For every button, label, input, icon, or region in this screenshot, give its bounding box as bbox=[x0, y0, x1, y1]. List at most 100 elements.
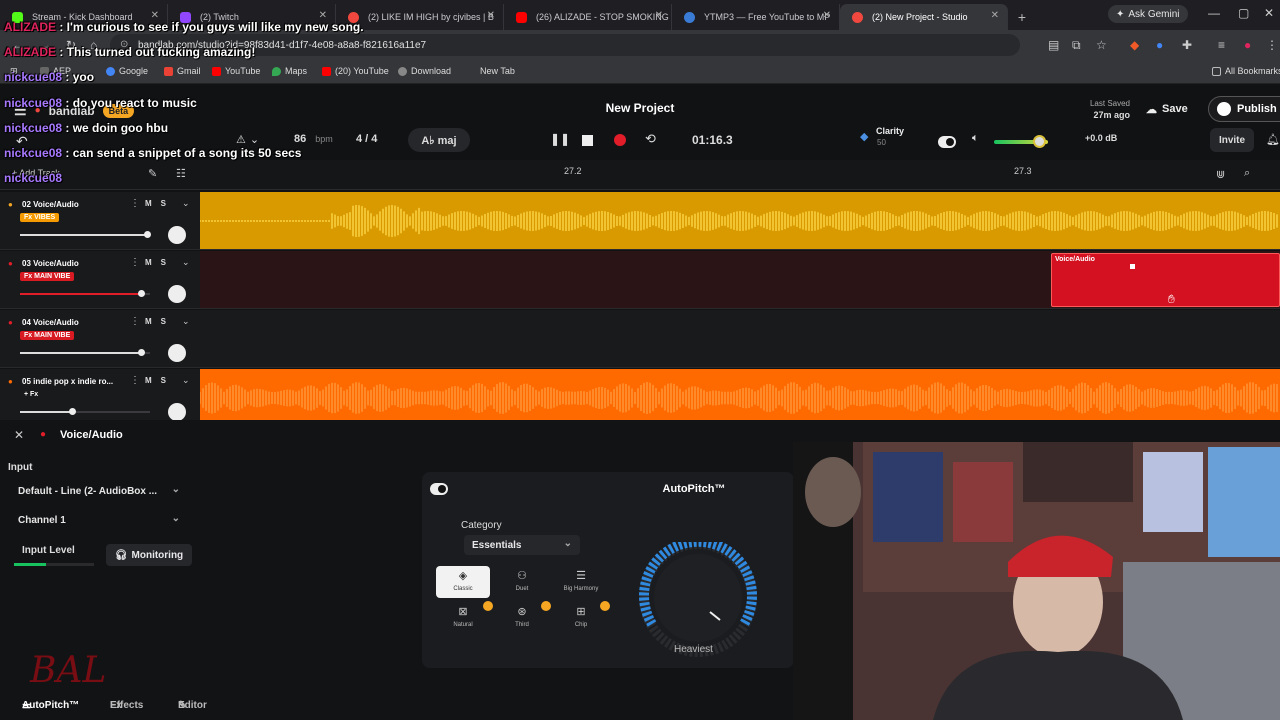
track-menu-icon[interactable]: ⋮ bbox=[130, 316, 140, 327]
track-volume-slider[interactable] bbox=[20, 408, 150, 415]
extensions-puzzle-icon[interactable]: ✚ bbox=[1182, 38, 1192, 52]
track-menu-icon[interactable]: ⋮ bbox=[130, 375, 140, 386]
close-window-icon[interactable]: ✕ bbox=[1264, 6, 1274, 20]
preset-duet[interactable]: ⚇ Duet bbox=[495, 566, 549, 598]
bookmark-maps[interactable]: Maps bbox=[272, 66, 307, 76]
category-select[interactable]: Essentials ⌄ bbox=[464, 535, 580, 555]
chevron-down-icon[interactable]: ⌄ bbox=[182, 198, 190, 209]
track-fx-badge[interactable]: + Fx bbox=[20, 390, 42, 399]
mute-solo-buttons[interactable]: MS bbox=[145, 258, 175, 267]
browser-tab[interactable]: YTMP3 — Free YouTube to MP ✕ bbox=[672, 4, 840, 30]
clarity-toggle[interactable] bbox=[938, 136, 956, 148]
close-tab-icon[interactable]: ✕ bbox=[655, 10, 663, 21]
close-tab-icon[interactable]: ✕ bbox=[823, 10, 831, 21]
region-handle[interactable] bbox=[1130, 264, 1135, 269]
speaker-icon[interactable]: 🔈︎ bbox=[972, 132, 979, 145]
close-tab-icon[interactable]: ✕ bbox=[487, 10, 495, 21]
home-icon[interactable]: ⌂ bbox=[90, 38, 97, 52]
project-title[interactable]: New Project bbox=[0, 101, 1280, 115]
metronome-button[interactable]: ⚠ ⌄ bbox=[236, 133, 259, 146]
track-fx-badge[interactable]: Fx MAIN VIBE bbox=[20, 331, 75, 340]
audio-region[interactable]: Voice/Audio ✋︎ bbox=[1051, 253, 1280, 307]
tempo[interactable]: 86 bpm bbox=[294, 133, 333, 145]
track-menu-icon[interactable]: ⋮ bbox=[130, 198, 140, 209]
preset-classic[interactable]: ◈ Classic bbox=[436, 566, 490, 598]
track-volume-slider[interactable] bbox=[20, 231, 152, 238]
maximize-icon[interactable]: ▢ bbox=[1238, 6, 1249, 20]
site-info-icon[interactable]: ⊙ bbox=[120, 39, 128, 50]
track-header[interactable]: ● 02 Voice/Audio Fx VIBES ⋮ MS ⌄ bbox=[0, 192, 200, 250]
close-tab-icon[interactable]: ✕ bbox=[151, 10, 159, 21]
loop-icon[interactable]: ⟲ bbox=[645, 131, 656, 147]
browser-tab[interactable]: (2) Twitch ✕ bbox=[168, 4, 336, 30]
track-lane[interactable]: Voice/Audio ✋︎ bbox=[200, 251, 1280, 309]
input-device-select[interactable]: Default - Line (2- AudioBox ... ⌄ bbox=[8, 479, 188, 503]
browser-tab[interactable]: (26) ALIZADE - STOP SMOKING ✕ bbox=[504, 4, 672, 30]
track-header[interactable]: ● 05 indie pop x indie ro... + Fx ⋮ MS ⌄ bbox=[0, 369, 200, 427]
track-lane[interactable] bbox=[200, 310, 1280, 368]
slider-thumb[interactable] bbox=[137, 349, 145, 356]
bell-icon[interactable]: 🔔︎ bbox=[1266, 133, 1280, 146]
ask-gemini-button[interactable]: ✦ Ask Gemini bbox=[1108, 5, 1188, 23]
add-track-label[interactable]: + Add Track bbox=[12, 168, 60, 178]
track-fx-badge[interactable]: Fx MAIN VIBE bbox=[20, 272, 75, 281]
monitoring-button[interactable]: 🎧︎ Monitoring bbox=[106, 544, 192, 566]
pan-knob[interactable] bbox=[168, 344, 186, 362]
preset-natural[interactable]: ⊠ Natural bbox=[436, 602, 490, 634]
bookmark-new-tab[interactable]: New Tab bbox=[480, 66, 515, 76]
pause-icon[interactable]: ❚❚ bbox=[550, 132, 570, 146]
track-header[interactable]: ● 03 Voice/Audio Fx MAIN VIBE ⋮ MS ⌄ bbox=[0, 251, 200, 309]
browser-tab-active[interactable]: (2) New Project - Studio ✕ bbox=[840, 4, 1008, 30]
zoom-icon[interactable]: ⌕ bbox=[1244, 167, 1250, 180]
master-volume-knob[interactable] bbox=[1032, 135, 1046, 148]
bookmark-youtube-20[interactable]: (20) YouTube bbox=[322, 66, 389, 76]
track-name[interactable]: 02 Voice/Audio bbox=[22, 200, 79, 209]
bookmark-youtube[interactable]: YouTube bbox=[212, 66, 260, 76]
slider-thumb[interactable] bbox=[69, 408, 76, 415]
magnet-icon[interactable]: ⋓ bbox=[1216, 168, 1225, 181]
close-tab-icon[interactable]: ✕ bbox=[991, 10, 999, 21]
all-bookmarks[interactable]: All Bookmarks bbox=[1212, 66, 1280, 76]
track-lane[interactable] bbox=[199, 369, 1280, 427]
profile-avatar-icon[interactable]: ● bbox=[1244, 38, 1251, 52]
track-menu-icon[interactable]: ⋮ bbox=[130, 257, 140, 268]
close-panel-icon[interactable]: ✕ bbox=[14, 428, 24, 442]
pan-knob[interactable] bbox=[168, 285, 186, 303]
track-name[interactable]: 04 Voice/Audio bbox=[22, 318, 79, 327]
url-input[interactable]: ⊙ bandlab.com/studio?id=98f83d41-d1f7-4e… bbox=[110, 34, 1020, 56]
time-signature[interactable]: 4 / 4 bbox=[356, 133, 377, 145]
publish-button[interactable]: Publish bbox=[1208, 96, 1280, 122]
bookmark-aep[interactable]: AEP bbox=[40, 66, 71, 76]
bookmark-google[interactable]: Google bbox=[106, 66, 148, 76]
cast-icon[interactable]: ⧉ bbox=[1072, 38, 1081, 53]
slider-thumb[interactable] bbox=[137, 290, 145, 297]
chevron-down-icon[interactable]: ⌄ bbox=[182, 375, 190, 386]
undo-icon[interactable]: ↶ bbox=[16, 133, 28, 150]
save-button[interactable]: ☁ Save bbox=[1140, 98, 1194, 120]
track-volume-slider[interactable] bbox=[20, 349, 150, 356]
track-volume-slider[interactable] bbox=[20, 290, 150, 297]
timeline-ruler[interactable]: + Add Track ✎ ☷ 27.2 27.3 ⋓ ⌕ bbox=[0, 160, 1280, 190]
bookmark-download[interactable]: Download bbox=[398, 66, 451, 76]
slider-thumb[interactable] bbox=[144, 231, 152, 238]
key-selector[interactable]: A♭ maj bbox=[408, 128, 470, 152]
browser-tab[interactable]: Stream - Kick Dashboard ✕ bbox=[0, 4, 168, 30]
bookmark-gmail[interactable]: Gmail bbox=[164, 66, 201, 76]
reload-icon[interactable]: ↻ bbox=[66, 38, 76, 52]
browser-tab[interactable]: (2) LIKE IM HIGH by cjvibes | B ✕ bbox=[336, 4, 504, 30]
back-icon[interactable]: ← bbox=[12, 38, 24, 52]
pencil-icon[interactable]: ✎ bbox=[148, 167, 157, 180]
extension-icon[interactable]: ● bbox=[1156, 38, 1163, 52]
track-name[interactable]: 03 Voice/Audio bbox=[22, 259, 79, 268]
tab-search-icon[interactable]: ▤ bbox=[1048, 38, 1059, 52]
invite-button[interactable]: Invite bbox=[1210, 128, 1254, 152]
preset-big-harmony[interactable]: ☰ Big Harmony bbox=[554, 566, 608, 598]
chevron-down-icon[interactable]: ⌄ bbox=[182, 257, 190, 268]
new-tab-button[interactable]: + bbox=[1008, 4, 1036, 30]
minimize-icon[interactable]: — bbox=[1208, 6, 1220, 20]
mute-solo-buttons[interactable]: MS bbox=[145, 317, 175, 326]
chevron-down-icon[interactable]: ⌄ bbox=[182, 316, 190, 327]
mute-solo-buttons[interactable]: MS bbox=[145, 376, 175, 385]
pan-knob[interactable] bbox=[168, 403, 186, 421]
pan-knob[interactable] bbox=[168, 226, 186, 244]
